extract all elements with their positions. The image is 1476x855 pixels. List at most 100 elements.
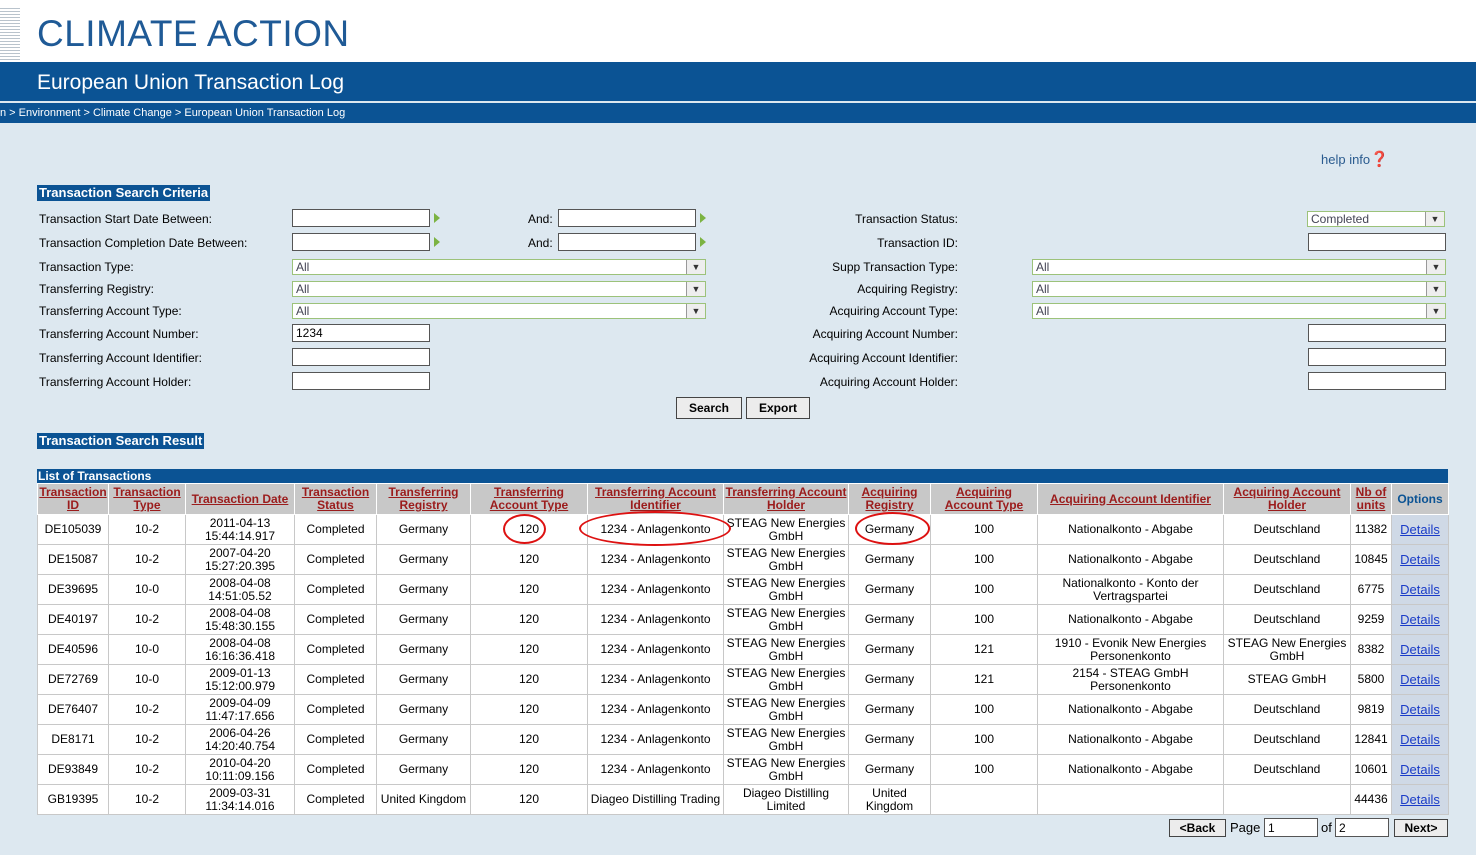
details-link[interactable]: Details	[1400, 552, 1440, 567]
sort-link[interactable]: Transferring Account Holder	[726, 485, 847, 512]
site-title: CLIMATE ACTION	[37, 13, 350, 54]
sort-link[interactable]: Transferring Account Identifier	[595, 485, 716, 512]
transferring-registry-value: All	[296, 282, 310, 296]
sort-link[interactable]: Acquiring Account Holder	[1234, 485, 1341, 512]
page-number-input[interactable]	[1264, 818, 1318, 837]
sort-link[interactable]: Acquiring Account Identifier	[1050, 492, 1211, 506]
table-cell: 121	[930, 664, 1038, 695]
column-header-sort-link[interactable]: Transferring Account Identifier	[587, 483, 724, 515]
transaction-id-input[interactable]	[1308, 233, 1446, 251]
details-link[interactable]: Details	[1400, 702, 1440, 717]
calendar-icon[interactable]	[434, 213, 440, 223]
details-link[interactable]: Details	[1400, 642, 1440, 657]
options-cell: Details	[1391, 724, 1449, 755]
column-header-sort-link[interactable]: Transferring Registry	[376, 483, 471, 515]
table-cell: DE40197	[37, 604, 109, 635]
transferring-account-identifier-input[interactable]	[292, 348, 430, 366]
table-cell: Germany	[376, 694, 471, 725]
calendar-icon[interactable]	[434, 237, 440, 247]
transferring-account-type-select[interactable]: All ▼	[292, 303, 706, 319]
acquiring-account-identifier-input[interactable]	[1308, 348, 1446, 366]
column-header-sort-link[interactable]: Transaction Status	[294, 483, 377, 515]
details-link[interactable]: Details	[1400, 522, 1440, 537]
table-cell: 10601	[1350, 754, 1392, 785]
calendar-icon[interactable]	[700, 213, 706, 223]
table-cell: 120	[470, 574, 588, 605]
transferring-registry-select[interactable]: All ▼	[292, 281, 706, 297]
table-cell: Diageo Distilling Limited	[723, 784, 849, 815]
table-cell: 100	[930, 694, 1038, 725]
acquiring-registry-select[interactable]: All ▼	[1032, 281, 1446, 297]
details-link[interactable]: Details	[1400, 612, 1440, 627]
top-header: CLIMATE ACTION	[0, 0, 1476, 62]
calendar-icon[interactable]	[700, 237, 706, 247]
search-criteria-title: Transaction Search Criteria	[37, 185, 211, 201]
table-row: DE93849 10-2 2010-04-20 10:11:09.156 Comple…	[37, 754, 1449, 785]
sort-link[interactable]: Transaction Type	[113, 485, 180, 512]
details-link[interactable]: Details	[1400, 792, 1440, 807]
details-link[interactable]: Details	[1400, 762, 1440, 777]
column-header-sort-link[interactable]: Transferring Account Type	[470, 483, 588, 515]
sort-link[interactable]: Transaction Date	[192, 492, 289, 506]
breadcrumb[interactable]: n > Environment > Climate Change > Europ…	[0, 103, 1476, 123]
table-cell: Germany	[848, 574, 931, 605]
table-cell: 120	[470, 634, 588, 665]
search-button[interactable]: Search	[676, 397, 742, 419]
sort-link[interactable]: Acquiring Registry	[862, 485, 918, 512]
details-link[interactable]: Details	[1400, 672, 1440, 687]
eu-logo-icon	[0, 8, 20, 62]
completion-date-to-input[interactable]	[558, 233, 696, 251]
transaction-type-value: All	[296, 260, 310, 274]
table-cell: 100	[930, 724, 1038, 755]
status-select[interactable]: Completed ▼	[1307, 211, 1445, 227]
table-cell: 2008-04-08 14:51:05.52	[185, 574, 295, 605]
transaction-type-select[interactable]: All ▼	[292, 259, 706, 275]
sort-link[interactable]: Transaction ID	[39, 485, 106, 512]
help-info-link[interactable]: help info❓	[1321, 150, 1389, 168]
options-cell: Details	[1391, 754, 1449, 785]
supp-type-select[interactable]: All ▼	[1032, 259, 1446, 275]
transferring-account-number-input[interactable]	[292, 324, 430, 342]
table-cell: 10-0	[108, 574, 186, 605]
column-header-sort-link[interactable]: Acquiring Account Type	[930, 483, 1038, 515]
chevron-down-icon: ▼	[1425, 212, 1444, 226]
back-button[interactable]: <Back	[1169, 819, 1226, 837]
table-cell: Completed	[294, 724, 377, 755]
sort-link[interactable]: Nb of units	[1356, 485, 1387, 512]
completion-date-from-input[interactable]	[292, 233, 430, 251]
sort-link[interactable]: Acquiring Account Type	[945, 485, 1023, 512]
column-header-sort-link[interactable]: Transaction Type	[108, 483, 186, 515]
details-link[interactable]: Details	[1400, 582, 1440, 597]
table-cell: Completed	[294, 754, 377, 785]
table-cell: STEAG New Energies GmbH	[723, 544, 849, 575]
next-button[interactable]: Next>	[1394, 819, 1448, 837]
column-header-sort-link[interactable]: Acquiring Account Holder	[1223, 483, 1351, 515]
acquiring-account-holder-input[interactable]	[1308, 372, 1446, 390]
table-cell: 10845	[1350, 544, 1392, 575]
column-header-sort-link[interactable]: Transferring Account Holder	[723, 483, 849, 515]
acquiring-account-type-select[interactable]: All ▼	[1032, 303, 1446, 319]
column-header-sort-link[interactable]: Transaction Date	[185, 483, 295, 515]
sort-link[interactable]: Transferring Registry	[388, 485, 458, 512]
acquiring-account-type-label: Acquiring Account Type:	[829, 304, 958, 318]
start-date-to-input[interactable]	[558, 209, 696, 227]
table-cell: 120	[470, 604, 588, 635]
table-cell: Germany	[848, 694, 931, 725]
acquiring-account-number-input[interactable]	[1308, 324, 1446, 342]
column-header-sort-link[interactable]: Acquiring Registry	[848, 483, 931, 515]
table-cell: Completed	[294, 694, 377, 725]
start-date-from-input[interactable]	[292, 209, 430, 227]
transferring-account-holder-input[interactable]	[292, 372, 430, 390]
table-cell: Nationalkonto - Konto der Vertragspartei	[1037, 574, 1224, 605]
details-link[interactable]: Details	[1400, 732, 1440, 747]
table-cell: 2011-04-13 15:44:14.917	[185, 514, 295, 545]
export-button[interactable]: Export	[746, 397, 810, 419]
column-header-sort-link[interactable]: Transaction ID	[37, 483, 109, 515]
column-header-sort-link[interactable]: Nb of units	[1350, 483, 1392, 515]
table-cell: 2009-03-31 11:34:14.016	[185, 784, 295, 815]
sort-link[interactable]: Transferring Account Type	[490, 485, 568, 512]
table-cell: 11382	[1350, 514, 1392, 545]
column-header-sort-link[interactable]: Acquiring Account Identifier	[1037, 483, 1224, 515]
table-cell: 120	[470, 544, 588, 575]
sort-link[interactable]: Transaction Status	[302, 485, 369, 512]
